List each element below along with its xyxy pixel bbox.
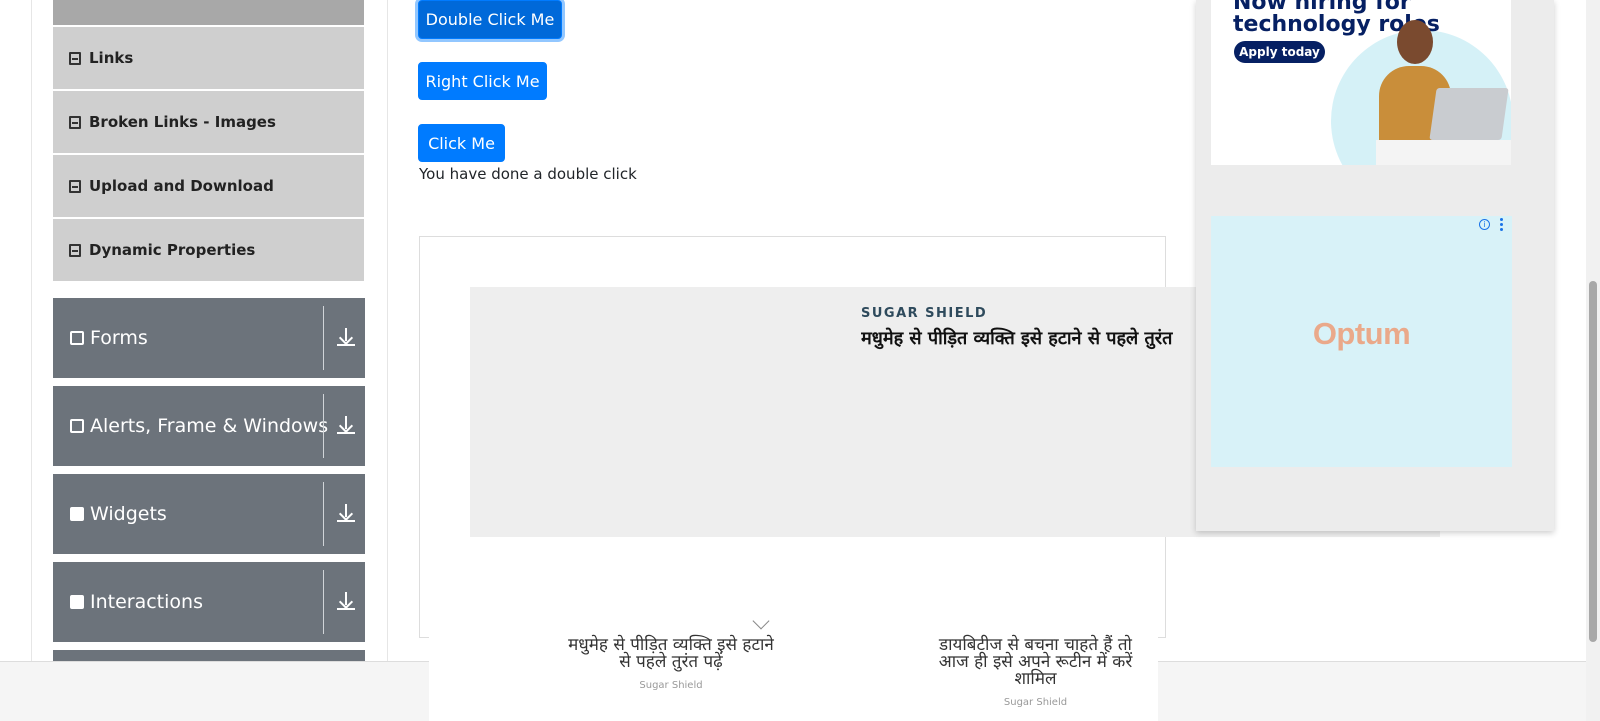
- sidebar-item-label: Upload and Download: [89, 177, 274, 195]
- ad-brand: SUGAR SHIELD: [861, 306, 988, 321]
- sidebar-group-label: Forms: [90, 327, 148, 349]
- group-divider: [323, 482, 324, 546]
- scrollbar-thumb[interactable]: [1589, 281, 1597, 642]
- download-arrow-icon[interactable]: [335, 414, 357, 436]
- ad-headline[interactable]: मधुमेह से पीड़ित व्यक्ति इसे हटाने से पह…: [861, 326, 1196, 350]
- person-head-illustration: [1397, 20, 1433, 64]
- double-click-button[interactable]: Double Click Me: [418, 0, 562, 39]
- laptop-illustration: [1429, 88, 1509, 140]
- html5-icon: [69, 179, 81, 193]
- interactions-icon: [70, 595, 84, 609]
- ad-info-icon[interactable]: i: [1479, 219, 1490, 230]
- double-click-message: You have done a double click: [419, 165, 637, 183]
- sponsored-story[interactable]: डायबिटीज से बचना चाहते हैं तो आज ही इसे …: [928, 637, 1143, 709]
- download-arrow-icon[interactable]: [335, 502, 357, 524]
- optum-logo: Optum: [1312, 316, 1411, 351]
- window-icon: [70, 419, 84, 433]
- page-scrollbar[interactable]: [1586, 0, 1600, 721]
- left-panel-border: [31, 0, 32, 661]
- story-title: डायबिटीज से बचना चाहते हैं तो आज ही इसे …: [938, 635, 1133, 689]
- ad-menu-icon[interactable]: [1500, 218, 1504, 231]
- sidebar-item-previous[interactable]: [53, 0, 364, 25]
- story-source: Sugar Shield: [639, 680, 703, 691]
- group-divider: [323, 306, 324, 370]
- sidebar-group-widgets[interactable]: Widgets: [53, 474, 365, 554]
- left-panel-border-right: [387, 0, 388, 661]
- hiring-ad[interactable]: Now hiring for technology roles Apply to…: [1211, 0, 1511, 165]
- sidebar-group-label: Interactions: [90, 591, 203, 613]
- sponsored-story[interactable]: मधुमेह से पीड़ित व्यक्ति इसे हटाने से पह…: [561, 637, 781, 692]
- html5-icon: [69, 115, 81, 129]
- group-divider: [323, 394, 324, 458]
- sidebar-group-forms[interactable]: Forms: [53, 298, 365, 378]
- desk-illustration: [1376, 140, 1511, 165]
- sidebar-item-label: Links: [89, 49, 134, 67]
- story-title: मधुमेह से पीड़ित व्यक्ति इसे हटाने से पह…: [568, 635, 774, 672]
- sidebar-item-broken-links[interactable]: Broken Links - Images: [53, 91, 364, 153]
- sidebar-item-dynamic-properties[interactable]: Dynamic Properties: [53, 219, 364, 281]
- sidebar-item-upload-download[interactable]: Upload and Download: [53, 155, 364, 217]
- sidebar-item-label: Dynamic Properties: [89, 241, 256, 259]
- sidebar-group-label: Alerts, Frame & Windows: [90, 415, 329, 437]
- download-arrow-icon[interactable]: [335, 590, 357, 612]
- click-me-button[interactable]: Click Me: [418, 124, 505, 162]
- form-icon: [70, 331, 84, 345]
- sidebar-item-links[interactable]: Links: [53, 27, 364, 89]
- html5-icon: [69, 51, 81, 65]
- sidebar-group-interactions[interactable]: Interactions: [53, 562, 365, 642]
- widgets-icon: [70, 507, 84, 521]
- download-arrow-icon[interactable]: [335, 326, 357, 348]
- html5-icon: [69, 243, 81, 257]
- sidebar-item-label: Broken Links - Images: [89, 113, 276, 131]
- sidebar-group-label: Widgets: [90, 503, 167, 525]
- group-divider: [323, 570, 324, 634]
- right-click-button[interactable]: Right Click Me: [418, 62, 547, 100]
- story-source: Sugar Shield: [1003, 697, 1068, 708]
- optum-ad[interactable]: i Optum: [1211, 216, 1512, 467]
- apply-today-button[interactable]: Apply today: [1234, 41, 1325, 63]
- page: Links Broken Links - Images Upload and D…: [0, 0, 1600, 721]
- sidebar-group-alerts[interactable]: Alerts, Frame & Windows: [53, 386, 365, 466]
